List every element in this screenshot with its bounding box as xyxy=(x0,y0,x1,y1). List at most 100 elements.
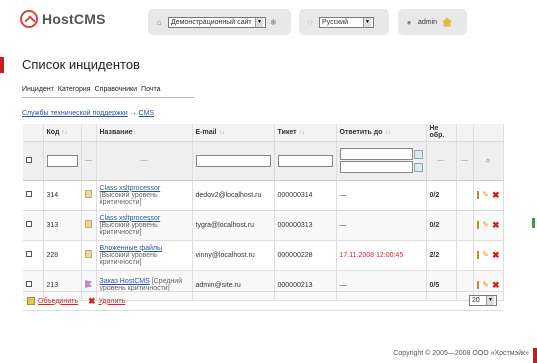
select-all-checkbox[interactable] xyxy=(26,156,32,163)
breadcrumb-arrow: → xyxy=(129,110,137,117)
merge-icon xyxy=(27,297,35,305)
filter-dash: — xyxy=(81,141,97,181)
flag-icon xyxy=(84,280,93,288)
table-row: 313 Class xsltprocessor [Высокий уровень … xyxy=(23,210,504,241)
header-name[interactable]: Название↓ xyxy=(96,124,193,142)
favorite-icon[interactable]: ✱ xyxy=(270,18,277,27)
header-unprocessed: Не обр. xyxy=(426,124,457,142)
header-answer-by[interactable]: Ответить до ↑↓ xyxy=(336,124,427,142)
edit-icon[interactable]: ✎ xyxy=(482,281,489,289)
row-checkbox[interactable] xyxy=(26,191,32,197)
delete-icon[interactable]: ✖ xyxy=(492,191,500,200)
row-checkbox[interactable] xyxy=(26,221,32,227)
user-name[interactable]: admin xyxy=(418,19,437,26)
filter-dash: — xyxy=(96,141,193,181)
menu-item-category[interactable]: Категория xyxy=(58,86,91,93)
tree-icon: ⌂ xyxy=(156,17,162,27)
language-select-value: Русский xyxy=(322,18,348,26)
delete-icon: ✖ xyxy=(87,295,96,306)
filter-dash: — xyxy=(426,141,457,181)
document-icon xyxy=(84,190,92,198)
header-ticket[interactable]: Тикет ↑↓ xyxy=(274,124,337,142)
cell-unprocessed: 2/2 xyxy=(426,240,457,271)
document-icon xyxy=(84,220,92,228)
search-icon[interactable]: ⌕ xyxy=(486,156,490,165)
header-email[interactable]: E-mail ↑↓ xyxy=(192,124,275,142)
incident-link[interactable]: Вложенные файлы xyxy=(100,245,163,252)
header-select xyxy=(23,124,44,142)
title-accent-bar xyxy=(0,57,4,73)
filter-date-from-input[interactable] xyxy=(339,148,414,160)
breadcrumb-cms[interactable]: CMS xyxy=(139,110,155,117)
cell-email: tygra@localhost.ru xyxy=(192,210,275,241)
site-select[interactable]: Демонстрационный сайт ▼ xyxy=(168,16,266,28)
logo-icon xyxy=(20,10,38,28)
header-blank xyxy=(456,124,474,142)
filter-email-input[interactable] xyxy=(195,154,271,167)
table-footer: Объединить ✖ Удалить 20 ▼ xyxy=(23,291,503,311)
incident-link[interactable]: Class xsltprocessor xyxy=(100,185,161,192)
logo[interactable]: HostCMS xyxy=(20,10,106,28)
sort-desc-icon: ↓ xyxy=(64,129,68,136)
site-select-value: Демонстрационный сайт xyxy=(171,18,252,26)
cell-ticket: 000000314 xyxy=(274,180,337,211)
incident-priority: [Высокий уровень критичности] xyxy=(99,251,158,266)
access-icon[interactable] xyxy=(476,251,480,259)
logo-text: HostCMS xyxy=(42,11,106,27)
cell-ticket: 000000228 xyxy=(274,240,337,271)
cell-email: vinny@localhost.ru xyxy=(192,240,275,271)
chevron-down-icon: ▼ xyxy=(363,17,371,27)
user-box: ● admin xyxy=(398,9,467,35)
header-code[interactable]: Код ↑↓ xyxy=(43,124,82,142)
cell-answer-by: — xyxy=(336,180,427,211)
cell-unprocessed: 0/2 xyxy=(426,210,457,241)
row-checkbox[interactable] xyxy=(26,281,32,287)
delete-icon[interactable]: ✖ xyxy=(492,251,500,260)
edit-icon[interactable]: ✎ xyxy=(482,221,489,229)
cell-email: dedov2@localhost.ru xyxy=(192,180,275,211)
chevron-down-icon: ▼ xyxy=(486,296,494,305)
access-icon[interactable] xyxy=(476,281,480,289)
per-page-select[interactable]: 20 ▼ xyxy=(469,295,497,306)
menu-item-incident[interactable]: Инцидент xyxy=(22,86,54,93)
cell-code: 228 xyxy=(43,240,82,271)
corner-accent-bar xyxy=(533,348,537,363)
home-icon[interactable] xyxy=(442,17,453,27)
calendar-icon[interactable] xyxy=(414,162,423,172)
language-switcher: ◌ Русский ▼ xyxy=(299,9,389,35)
incidents-table: Код ↑↓ Название↓ E-mail ↑↓ Тикет ↑↓ Отве… xyxy=(23,124,504,301)
menu-item-directories[interactable]: Справочники xyxy=(95,86,137,93)
filter-row: — — — — ⌕ xyxy=(23,141,504,181)
filter-ticket-input[interactable] xyxy=(277,154,333,167)
delete-link[interactable]: Удалить xyxy=(99,298,126,305)
incident-link[interactable]: Class xsltprocessor xyxy=(100,215,161,222)
copyright: Copyright © 2005—2008 ООО «Хостмэйк» xyxy=(393,350,529,357)
access-icon[interactable] xyxy=(476,221,480,229)
filter-code-input[interactable] xyxy=(46,154,78,167)
delete-icon[interactable]: ✖ xyxy=(492,281,500,290)
calendar-icon[interactable] xyxy=(414,149,423,159)
sort-desc-icon: ↓ xyxy=(221,129,225,136)
delete-action[interactable]: ✖ Удалить xyxy=(88,296,125,307)
filter-date-to-input[interactable] xyxy=(339,161,414,173)
breadcrumb-support[interactable]: Службы технической поддержки xyxy=(22,110,128,117)
access-icon[interactable] xyxy=(476,191,480,199)
edit-icon[interactable]: ✎ xyxy=(482,251,489,259)
merge-action[interactable]: Объединить xyxy=(27,297,78,305)
menu-divider xyxy=(22,97,194,98)
site-switcher: ⌂ Демонстрационный сайт ▼ ✱ xyxy=(148,9,291,35)
cell-code: 314 xyxy=(43,180,82,211)
language-select[interactable]: Русский ▼ xyxy=(319,16,374,28)
header-actions xyxy=(473,124,504,142)
merge-link[interactable]: Объединить xyxy=(38,298,78,305)
row-checkbox[interactable] xyxy=(26,251,32,257)
edit-icon[interactable]: ✎ xyxy=(482,191,489,199)
menu-item-mail[interactable]: Почта xyxy=(141,86,160,93)
incident-priority: [Высокий уровень критичности] xyxy=(99,221,158,236)
incident-link[interactable]: Заказ HostCMS xyxy=(100,278,150,285)
document-icon xyxy=(84,250,92,258)
table-row: 314 Class xsltprocessor [Высокий уровень … xyxy=(23,180,504,211)
breadcrumb: Службы технической поддержки → CMS xyxy=(22,110,154,117)
delete-icon[interactable]: ✖ xyxy=(492,221,500,230)
cell-ticket: 000000313 xyxy=(274,210,337,241)
